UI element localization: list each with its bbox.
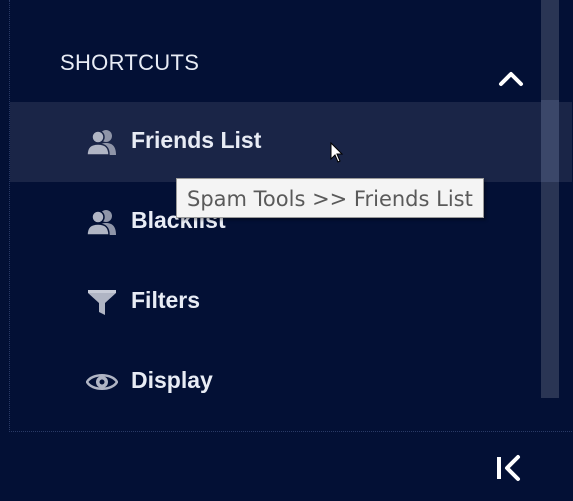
- sidebar-item-friends-list[interactable]: Friends List: [10, 102, 572, 182]
- sidebar-item-label: Friends List: [131, 127, 262, 153]
- scrollbar[interactable]: [541, 0, 559, 398]
- sidebar-item-label: Display: [131, 367, 213, 393]
- tooltip: Spam Tools >> Friends List: [176, 178, 484, 218]
- funnel-icon: [86, 288, 118, 316]
- eye-icon: [85, 368, 119, 396]
- sidebar-item-display[interactable]: Display: [10, 342, 572, 422]
- sidebar-item-filters[interactable]: Filters: [10, 262, 572, 342]
- friends-icon: [86, 128, 118, 156]
- scrollbar-thumb[interactable]: [541, 100, 559, 182]
- collapse-left-icon[interactable]: [494, 453, 524, 483]
- section-title: SHORTCUTS: [60, 50, 200, 75]
- chevron-up-icon[interactable]: [496, 64, 526, 94]
- sidebar-item-label: Filters: [131, 287, 201, 313]
- blacklist-icon: [86, 208, 118, 236]
- mouse-cursor-icon: [330, 141, 344, 164]
